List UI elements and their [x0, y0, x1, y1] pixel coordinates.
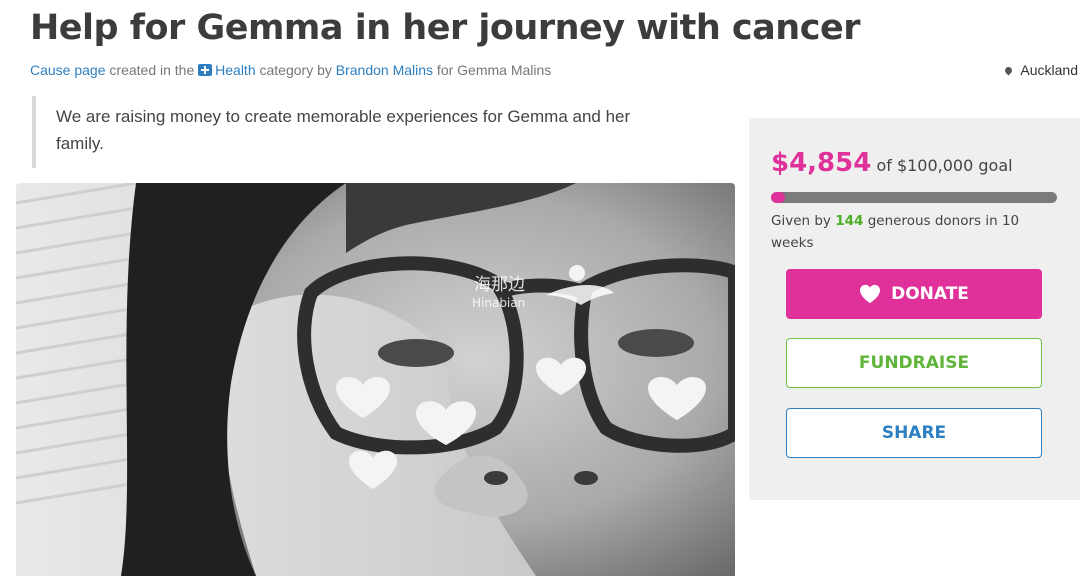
donate-button[interactable]: DONATE — [786, 269, 1042, 319]
amount-raised: $4,854 of $100,000 goal — [771, 148, 1013, 178]
watermark-cn: 海那边 — [474, 275, 525, 295]
for-text: for — [433, 62, 458, 78]
fundraise-button-label: FUNDRAISE — [858, 353, 970, 373]
category-label: Health — [215, 62, 256, 78]
share-button[interactable]: SHARE — [786, 408, 1042, 458]
fundraise-button[interactable]: FUNDRAISE — [786, 338, 1042, 388]
donor-summary: Given by 144 generous donors in 10 weeks — [771, 210, 1061, 254]
amount-raised-value: $4,854 — [771, 148, 872, 178]
location: Auckland — [1003, 62, 1078, 78]
medical-kit-icon — [198, 64, 213, 76]
created-text: created in the — [105, 62, 199, 78]
location-label: Auckland — [1020, 62, 1078, 78]
beneficiary-name: Gemma Malins — [457, 62, 552, 78]
page-title: Help for Gemma in her journey with cance… — [30, 8, 860, 48]
given-by-prefix: Given by — [771, 213, 836, 229]
map-pin-icon — [1003, 65, 1014, 76]
heart-icon — [860, 284, 881, 304]
goal-text: of $100,000 goal — [876, 156, 1013, 175]
creator-link[interactable]: Brandon Malins — [336, 62, 433, 78]
donate-button-label: DONATE — [891, 284, 969, 304]
by-text: category by — [255, 62, 336, 78]
donor-count: 144 — [835, 213, 864, 229]
cause-photo: 海那边 Hinabian — [16, 183, 735, 576]
donation-panel: $4,854 of $100,000 goal Given by 144 gen… — [749, 118, 1080, 500]
cause-photo-image: 海那边 Hinabian — [16, 183, 735, 576]
description-quote: We are raising money to create memorable… — [32, 96, 682, 168]
progress-bar-fill — [771, 192, 785, 203]
watermark-en: Hinabian — [472, 296, 525, 310]
progress-bar — [771, 192, 1057, 203]
category-link[interactable]: Health — [198, 62, 256, 78]
share-button-label: SHARE — [881, 423, 947, 443]
cause-page-link[interactable]: Cause page — [30, 62, 106, 78]
page-meta: Cause page created in the Health categor… — [30, 62, 551, 78]
